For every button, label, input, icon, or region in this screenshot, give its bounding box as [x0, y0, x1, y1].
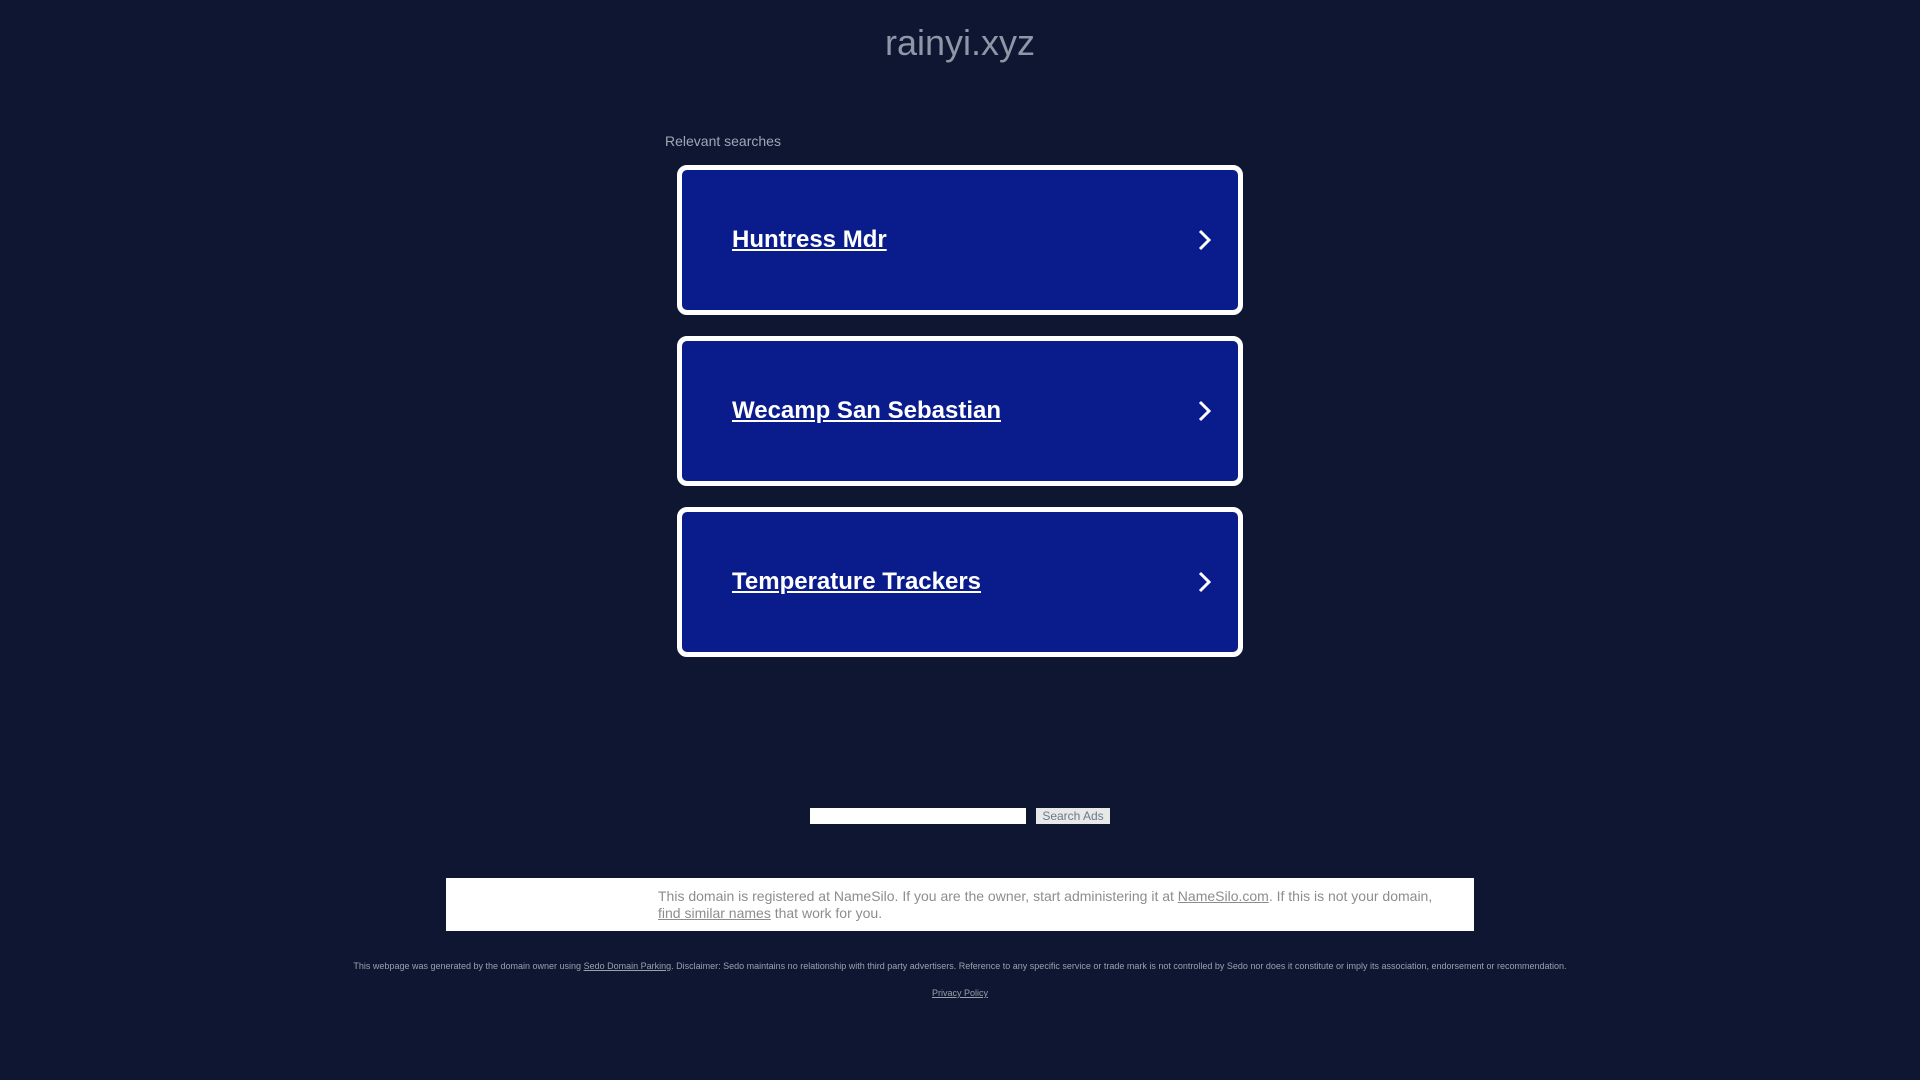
related-search-card-1[interactable]: Huntress Mdr: [677, 165, 1243, 315]
registrar-info-text: This domain is registered at NameSilo. I…: [658, 888, 1458, 922]
relevant-searches-label: Relevant searches: [665, 133, 781, 149]
related-search-link[interactable]: Wecamp San Sebastian: [732, 397, 1001, 425]
domain-title: rainyi.xyz: [884, 22, 1036, 63]
related-search-link[interactable]: Temperature Trackers: [732, 568, 981, 596]
privacy-footer: Privacy Policy: [0, 988, 1920, 998]
disclaimer-part: This webpage was generated by the domain…: [353, 961, 584, 971]
chevron-right-icon: [1198, 229, 1212, 251]
find-similar-names-link[interactable]: find similar names: [658, 905, 771, 921]
related-search-card-2[interactable]: Wecamp San Sebastian: [677, 336, 1243, 486]
registrar-info-box: This domain is registered at NameSilo. I…: [446, 878, 1474, 931]
search-input[interactable]: [810, 808, 1026, 824]
info-text-part: that work for you.: [770, 905, 883, 921]
chevron-right-icon: [1198, 571, 1212, 593]
privacy-policy-link[interactable]: Privacy Policy: [932, 988, 988, 998]
parked-domain-page: rainyi.xyz Relevant searches Huntress Md…: [0, 0, 1920, 1080]
disclaimer-text: This webpage was generated by the domain…: [0, 961, 1920, 971]
chevron-right-icon: [1198, 400, 1212, 422]
info-text-part: This domain is registered at NameSilo. I…: [658, 888, 1178, 904]
info-text-part: . If this is not your domain,: [1268, 888, 1433, 904]
related-search-link[interactable]: Huntress Mdr: [732, 226, 887, 254]
sedo-parking-link[interactable]: Sedo Domain Parking: [584, 961, 672, 971]
search-ads-button[interactable]: Search Ads: [1036, 808, 1110, 824]
disclaimer-part: . Disclaimer: Sedo maintains no relation…: [671, 961, 1567, 971]
related-search-card-3[interactable]: Temperature Trackers: [677, 507, 1243, 657]
namesilo-link[interactable]: NameSilo.com: [1178, 888, 1269, 904]
